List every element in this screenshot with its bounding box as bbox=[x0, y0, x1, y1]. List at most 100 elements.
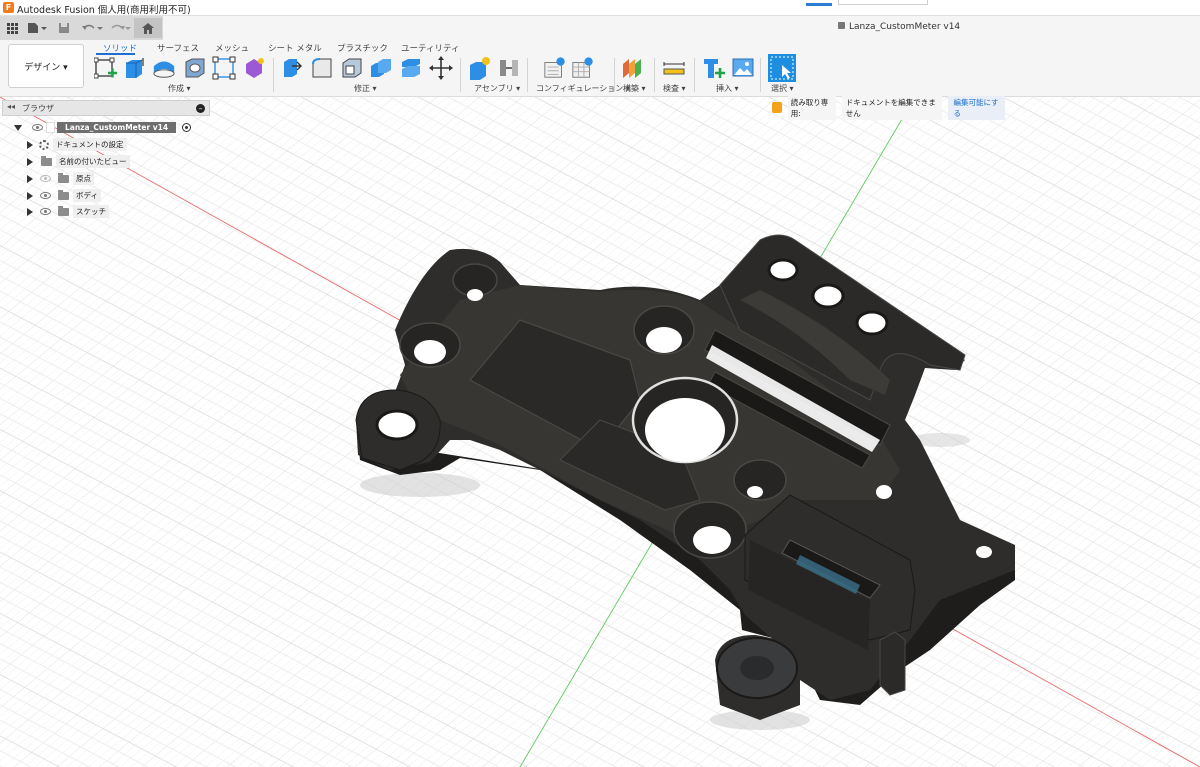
read-only-banner: 読み取り専用: ドキュメントを編集できません 編集可能にする bbox=[766, 95, 1005, 120]
tree-root[interactable]: Lanza_CustomMeter v14 bbox=[14, 120, 192, 135]
ribbon-separator bbox=[614, 58, 615, 92]
fin-hole bbox=[767, 258, 799, 282]
tree-item-label: ボディ bbox=[73, 189, 101, 202]
tab-sheet-metal[interactable]: シート メタル bbox=[268, 42, 322, 54]
fillet-icon[interactable] bbox=[310, 56, 334, 80]
shadow bbox=[360, 473, 480, 497]
press-pull-icon[interactable] bbox=[280, 56, 304, 80]
create-sketch-icon[interactable] bbox=[94, 56, 118, 80]
new-component-icon[interactable] bbox=[468, 56, 492, 80]
save-icon[interactable] bbox=[56, 20, 72, 36]
folder-icon bbox=[58, 189, 69, 200]
folder-icon bbox=[58, 205, 69, 216]
lock-icon bbox=[772, 102, 782, 113]
tree-item-label: 名前の付いたビュー bbox=[56, 155, 130, 168]
browser-panel: ◂◂ ブラウザ – Lanza_CustomMeter v14 ドキュメントの設… bbox=[0, 100, 210, 220]
insert-menu[interactable]: 挿入 ▾ bbox=[716, 83, 739, 94]
browser-header: ◂◂ ブラウザ – bbox=[2, 100, 210, 116]
document-title: Lanza_CustomMeter v14 bbox=[849, 22, 961, 32]
component-icon bbox=[46, 122, 55, 133]
tab-surface[interactable]: サーフェス bbox=[157, 42, 199, 54]
tree-item-bodies[interactable]: ボディ bbox=[27, 188, 101, 203]
construct-menu[interactable]: 構築 ▾ bbox=[623, 83, 646, 94]
tree-item-label: 原点 bbox=[73, 172, 94, 185]
eye-icon[interactable] bbox=[32, 124, 43, 131]
workspace-selector[interactable]: デザイン ▾ bbox=[8, 44, 84, 88]
expand-icon[interactable] bbox=[27, 191, 33, 200]
tree-item-named-views[interactable]: 名前の付いたビュー bbox=[27, 154, 130, 169]
tab-utility[interactable]: ユーティリティ bbox=[401, 42, 459, 54]
read-only-label: 読み取り専用: bbox=[787, 95, 836, 120]
inspect-menu[interactable]: 検査 ▾ bbox=[663, 83, 686, 94]
gear-icon bbox=[39, 139, 49, 150]
document-tab[interactable]: Lanza_CustomMeter v14 bbox=[838, 22, 960, 32]
configure-table-icon[interactable] bbox=[571, 56, 595, 80]
expand-icon[interactable] bbox=[27, 140, 33, 149]
eye-icon[interactable] bbox=[40, 208, 51, 215]
create-menu[interactable]: 作成 ▾ bbox=[168, 83, 191, 94]
split-body-icon[interactable] bbox=[399, 56, 423, 80]
expand-icon[interactable] bbox=[27, 157, 33, 166]
configure-icon[interactable] bbox=[543, 56, 567, 80]
title-accent-bar bbox=[806, 3, 832, 6]
fin-hole bbox=[811, 283, 845, 309]
modify-menu[interactable]: 修正 ▾ bbox=[354, 83, 377, 94]
expand-icon[interactable] bbox=[14, 124, 22, 131]
ribbon: デザイン ▾ ソリッド サーフェス メッシュ シート メタル プラスチック ユー… bbox=[0, 40, 1200, 97]
tree-item-sketches[interactable]: スケッチ bbox=[27, 204, 109, 219]
ribbon-separator bbox=[460, 58, 461, 92]
configure-menu[interactable]: コンフィギュレーション ▾ bbox=[536, 83, 630, 94]
expand-icon[interactable] bbox=[27, 207, 33, 216]
quick-access-toolbar bbox=[0, 16, 163, 40]
select-icon[interactable] bbox=[768, 54, 796, 82]
tree-item-origin[interactable]: 原点 bbox=[27, 171, 94, 186]
folder-icon bbox=[41, 155, 52, 166]
file-icon[interactable] bbox=[26, 20, 48, 36]
redo-icon[interactable] bbox=[108, 20, 132, 36]
folder-icon bbox=[58, 172, 69, 183]
title-bar: F Autodesk Fusion 個人用(商用利用不可) bbox=[0, 0, 1200, 16]
eye-icon[interactable] bbox=[40, 192, 51, 199]
lock-icon bbox=[838, 22, 845, 29]
offset-plane-icon[interactable] bbox=[620, 56, 644, 80]
eye-icon[interactable] bbox=[40, 175, 51, 182]
minimize-panel-icon[interactable]: – bbox=[196, 104, 205, 113]
ribbon-separator bbox=[760, 58, 761, 92]
ribbon-separator bbox=[527, 58, 528, 92]
combine-icon[interactable] bbox=[369, 56, 393, 80]
revolve-icon[interactable] bbox=[152, 56, 176, 80]
tab-mesh[interactable]: メッシュ bbox=[215, 42, 249, 54]
joint-icon[interactable] bbox=[497, 56, 521, 80]
tree-item-document-settings[interactable]: ドキュメントの設定 bbox=[27, 137, 127, 152]
read-only-message: ドキュメントを編集できません bbox=[841, 95, 943, 120]
browser-title: ブラウザ bbox=[22, 104, 54, 113]
select-menu[interactable]: 選択 ▾ bbox=[771, 83, 794, 94]
activate-radio-icon[interactable] bbox=[182, 123, 192, 132]
tab-plastic[interactable]: プラスチック bbox=[337, 42, 388, 54]
ribbon-separator bbox=[654, 58, 655, 92]
collapse-panel-icon[interactable]: ◂◂ bbox=[7, 102, 15, 111]
insert-image-icon[interactable] bbox=[731, 56, 755, 80]
hole-icon[interactable] bbox=[183, 56, 207, 80]
pattern-icon[interactable] bbox=[212, 56, 236, 80]
extrude-icon[interactable] bbox=[122, 56, 146, 80]
quick-access-bar: Lanza_CustomMeter v14 bbox=[0, 16, 1200, 40]
fusion-logo-icon: F bbox=[3, 2, 14, 13]
form-icon[interactable] bbox=[242, 56, 266, 80]
tree-item-label: スケッチ bbox=[73, 205, 109, 218]
expand-icon[interactable] bbox=[27, 174, 33, 183]
assemble-menu[interactable]: アセンブリ ▾ bbox=[474, 83, 520, 94]
shell-icon[interactable] bbox=[340, 56, 364, 80]
grid-menu-icon[interactable] bbox=[5, 20, 19, 36]
make-editable-button[interactable]: 編集可能にする bbox=[948, 95, 1005, 120]
title-search-box[interactable] bbox=[838, 0, 928, 5]
home-icon[interactable] bbox=[134, 18, 162, 38]
fin-hole bbox=[855, 310, 889, 336]
move-icon[interactable] bbox=[429, 56, 453, 80]
active-tab-indicator bbox=[96, 53, 135, 55]
ribbon-separator bbox=[273, 58, 274, 92]
app-title: Autodesk Fusion 個人用(商用利用不可) bbox=[17, 5, 191, 16]
undo-icon[interactable] bbox=[80, 20, 104, 36]
measure-icon[interactable] bbox=[662, 56, 686, 80]
insert-derive-icon[interactable] bbox=[702, 56, 726, 80]
